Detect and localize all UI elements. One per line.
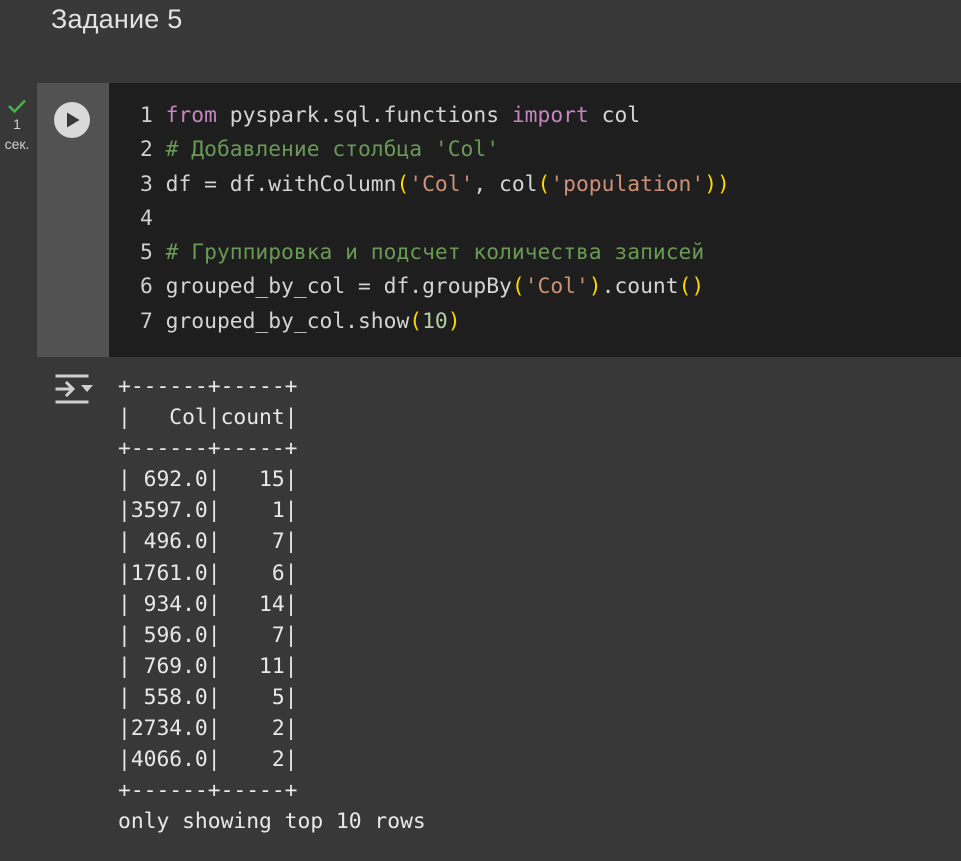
table-row: | 769.0| 11|	[118, 653, 298, 679]
code-token: (	[409, 308, 423, 334]
output-toggle-icon	[55, 374, 93, 404]
table-row: |4066.0| 2|	[118, 747, 298, 773]
table-row: | 596.0| 7|	[118, 622, 298, 648]
section-heading: Задание 5	[51, 4, 183, 34]
output-toggle-button[interactable]	[54, 372, 94, 413]
code-token: 'Col'	[524, 274, 589, 300]
line-number: 6	[140, 274, 153, 300]
code-token: )	[588, 274, 602, 300]
output-footer: only showing top 10 rows	[118, 809, 426, 835]
code-line: 6 grouped_by_col = df.groupBy('Col').cou…	[140, 274, 704, 299]
code-line: 7 grouped_by_col.show(10)	[140, 309, 461, 334]
code-token: # Добавление столбца 'Col'	[165, 137, 500, 163]
execution-status: 1 сек.	[0, 98, 34, 154]
line-number: 5	[140, 240, 153, 266]
code-token: grouped_by_col.show	[165, 308, 410, 334]
code-line: 5 # Группировка и подсчет количества зап…	[140, 240, 704, 265]
play-icon	[67, 112, 80, 128]
line-number: 7	[140, 308, 153, 334]
code-line: 4	[140, 206, 166, 231]
code-token: # Группировка и подсчет количества запис…	[165, 240, 705, 266]
code-editor[interactable]: 1 from pyspark.sql.functions import col …	[109, 83, 961, 357]
line-number: 4	[140, 205, 153, 231]
table-border-top: +------+-----+	[118, 374, 298, 399]
code-token: ()	[678, 274, 705, 300]
table-row: |3597.0| 1|	[118, 498, 298, 524]
table-border-mid: +------+-----+	[118, 436, 298, 462]
table-border-bottom: +------+-----+	[118, 778, 298, 804]
code-token: .count	[601, 274, 679, 300]
table-header: | Col|count|	[118, 405, 298, 431]
line-number: 3	[140, 171, 153, 197]
code-token: 'population'	[550, 171, 705, 197]
code-line: 3 df = df.withColumn('Col', col('populat…	[140, 172, 730, 197]
code-token: 10	[422, 308, 448, 334]
code-token: )	[447, 308, 461, 334]
code-token: pyspark.sql.functions	[216, 103, 512, 128]
code-token: from	[165, 103, 217, 128]
execution-duration-value: 1	[13, 116, 21, 132]
code-token: df = df.withColumn	[165, 171, 397, 197]
code-line: 2 # Добавление столбца 'Col'	[140, 137, 499, 162]
code-token: 'Col'	[409, 171, 474, 197]
table-row: |2734.0| 2|	[118, 716, 298, 742]
code-token: ))	[704, 171, 730, 197]
table-row: | 692.0| 15|	[118, 467, 298, 493]
run-cell-button[interactable]	[54, 102, 90, 138]
output-text: +------+-----+ | Col|count| +------+----…	[118, 371, 426, 837]
code-token: , col	[473, 171, 538, 197]
code-token: col	[588, 103, 641, 128]
code-token: (	[396, 171, 410, 197]
execution-duration-unit: сек.	[4, 136, 30, 152]
code-token: (	[511, 274, 525, 300]
code-content[interactable]: 1 from pyspark.sql.functions import col …	[140, 99, 730, 339]
code-token: (	[537, 171, 551, 197]
code-line: 1 from pyspark.sql.functions import col	[140, 103, 640, 128]
table-row: | 558.0| 5|	[118, 684, 298, 710]
table-row: | 496.0| 7|	[118, 529, 298, 555]
table-row: |1761.0| 6|	[118, 560, 298, 586]
code-token: import	[511, 103, 589, 128]
table-row: | 934.0| 14|	[118, 591, 298, 617]
line-number: 2	[140, 137, 153, 163]
check-icon	[8, 99, 26, 114]
code-token: grouped_by_col = df.groupBy	[165, 274, 512, 300]
line-number: 1	[140, 103, 153, 128]
